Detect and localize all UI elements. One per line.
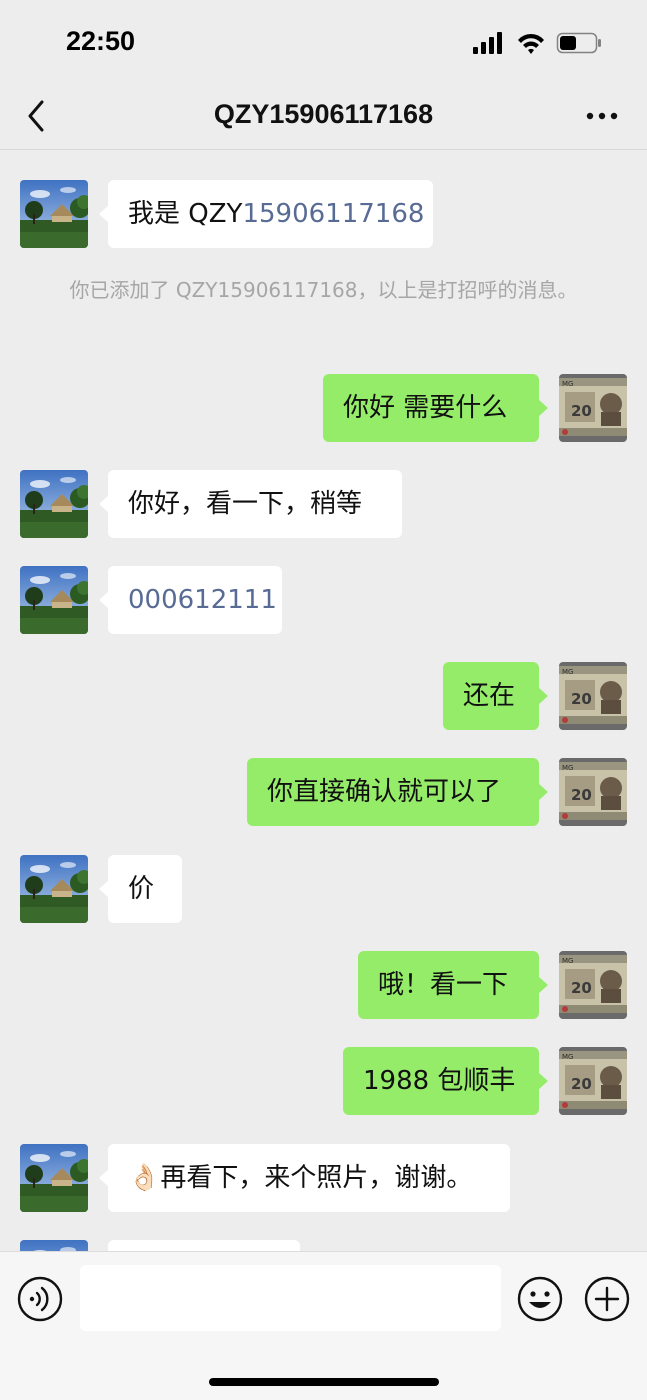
contact-avatar[interactable] xyxy=(20,470,88,538)
message-input[interactable] xyxy=(80,1265,501,1331)
sent-message-bubble[interactable]: 你好 需要什么 xyxy=(323,374,548,442)
contact-avatar[interactable] xyxy=(20,855,88,923)
emoji-icon[interactable] xyxy=(517,1276,563,1322)
home-indicator xyxy=(209,1378,439,1386)
signal-icon xyxy=(473,32,502,54)
my-avatar[interactable] xyxy=(559,662,627,730)
contact-avatar[interactable] xyxy=(20,1144,88,1212)
ok-hand-emoji: 👌🏻 xyxy=(128,1163,161,1193)
nav-bar: QZY15906117168 xyxy=(0,84,647,150)
sent-message-bubble[interactable]: 1988 包顺丰 xyxy=(343,1047,548,1115)
received-message-bubble[interactable] xyxy=(108,1240,300,1251)
phone-link[interactable]: 15906117168 xyxy=(242,199,424,229)
contact-avatar[interactable] xyxy=(20,566,88,634)
plus-icon[interactable] xyxy=(584,1276,630,1322)
my-avatar[interactable] xyxy=(559,1047,627,1115)
contact-avatar[interactable] xyxy=(20,180,88,248)
status-bar: 22:50 xyxy=(0,0,647,84)
message-text: 我是 QZY xyxy=(128,199,243,229)
chat-title: QZY15906117168 xyxy=(213,99,434,129)
received-message-bubble[interactable]: 价 xyxy=(99,855,182,923)
status-time: 22:50 xyxy=(66,26,136,56)
received-message-bubble[interactable]: 我是 QZY15906117168 xyxy=(99,180,433,248)
more-icon[interactable] xyxy=(585,104,619,128)
received-message-bubble[interactable]: 000612111 xyxy=(99,566,282,634)
wifi-icon xyxy=(518,33,544,54)
battery-icon xyxy=(556,32,601,54)
chat-area[interactable]: 我是 QZY15906117168 你已添加了 QZY15906117168，以… xyxy=(0,151,647,1251)
received-message-bubble[interactable]: 👌🏻再看下，来个照片，谢谢。 xyxy=(99,1144,510,1212)
message-text: 再看下，来个照片，谢谢。 xyxy=(160,1163,473,1193)
sent-message-bubble[interactable]: 哦！看一下 xyxy=(358,951,548,1019)
status-icons xyxy=(473,32,601,54)
my-avatar[interactable] xyxy=(559,374,627,442)
received-message-bubble[interactable]: 你好，看一下，稍等 xyxy=(99,470,402,538)
contact-avatar[interactable] xyxy=(20,1240,88,1251)
voice-icon[interactable] xyxy=(17,1276,63,1322)
sent-message-bubble[interactable]: 你直接确认就可以了 xyxy=(247,758,548,826)
sent-message-bubble[interactable]: 还在 xyxy=(443,662,548,730)
system-message: 你已添加了 QZY15906117168，以上是打招呼的消息。 xyxy=(69,278,578,302)
my-avatar[interactable] xyxy=(559,951,627,1019)
my-avatar[interactable] xyxy=(559,758,627,826)
